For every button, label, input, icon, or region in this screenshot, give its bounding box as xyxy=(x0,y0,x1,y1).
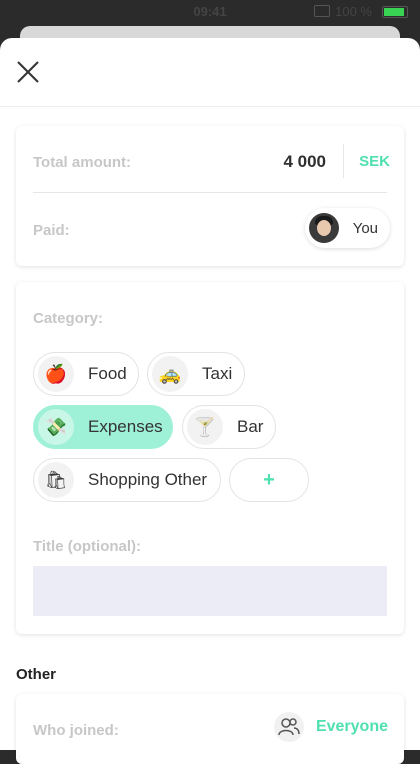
cocktail-icon: 🍸 xyxy=(187,409,223,445)
currency-selector[interactable]: SEK xyxy=(359,153,390,170)
plus-icon: + xyxy=(263,468,275,491)
who-joined-selector[interactable]: Everyone xyxy=(273,712,388,742)
category-chip-label: Shopping Other xyxy=(88,470,208,489)
taxi-icon: 🚕 xyxy=(152,356,188,392)
avatar xyxy=(308,213,339,243)
total-amount-value[interactable]: 4 000 xyxy=(283,152,326,172)
category-chip-food[interactable]: 🍎 Food xyxy=(33,352,139,396)
money-icon: 💸 xyxy=(38,409,74,445)
total-amount-label: Total amount: xyxy=(33,154,132,171)
people-icon xyxy=(273,712,304,742)
screen-mirror-icon xyxy=(314,5,330,17)
close-button[interactable] xyxy=(16,60,40,84)
who-joined-card: Who joined: Everyone xyxy=(16,694,404,764)
apple-icon: 🍎 xyxy=(38,356,74,392)
divider xyxy=(343,144,344,178)
sheet-header xyxy=(0,38,420,107)
category-chip-label: Food xyxy=(88,364,127,383)
category-chip-label: Taxi xyxy=(202,364,233,383)
divider xyxy=(33,192,387,193)
add-expense-sheet: Total amount: 4 000 SEK Paid: You Catego… xyxy=(0,38,420,764)
who-joined-value: Everyone xyxy=(315,718,388,735)
category-chip-expenses[interactable]: 💸 Expenses xyxy=(33,405,173,449)
category-card: Category: 🍎 Food 🚕 Taxi 💸 Expenses 🍸 Bar… xyxy=(16,282,404,634)
category-chip-label: Bar xyxy=(237,417,264,436)
payer-name: You xyxy=(352,219,378,237)
category-chip-bar[interactable]: 🍸 Bar xyxy=(182,405,276,449)
title-input[interactable] xyxy=(33,566,387,616)
title-label: Title (optional): xyxy=(33,538,142,555)
category-chip-shopping-other[interactable]: 🛍 Shopping Other xyxy=(33,458,221,502)
close-icon xyxy=(17,61,39,83)
battery-percent: 100 % xyxy=(335,4,372,19)
add-category-button[interactable]: + xyxy=(229,458,309,502)
category-label: Category: xyxy=(33,310,104,327)
battery-icon xyxy=(382,6,408,18)
paid-label: Paid: xyxy=(33,222,70,239)
payer-chip[interactable]: You xyxy=(304,208,390,248)
status-bar: 09:41 100 % xyxy=(0,0,420,22)
category-chip-taxi[interactable]: 🚕 Taxi xyxy=(147,352,245,396)
other-section-heading: Other xyxy=(16,666,57,683)
shopping-bag-icon: 🛍 xyxy=(38,462,74,498)
category-chip-label: Expenses xyxy=(88,417,163,436)
who-joined-label: Who joined: xyxy=(33,722,119,739)
amount-card: Total amount: 4 000 SEK Paid: You xyxy=(16,126,404,266)
